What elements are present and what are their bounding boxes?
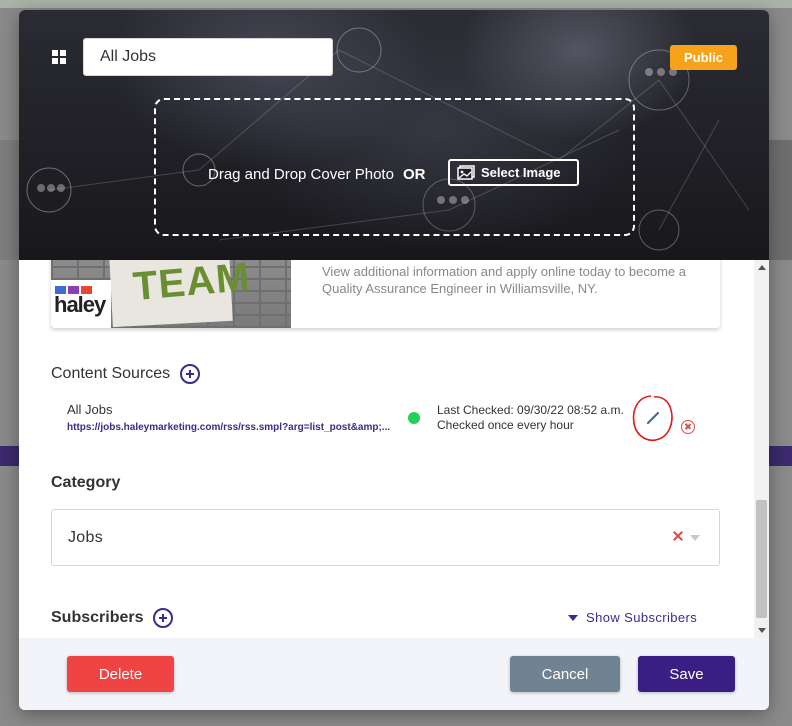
edit-source-button[interactable] (643, 408, 663, 428)
modal-scrollbar[interactable] (754, 260, 769, 638)
image-icon (457, 165, 475, 180)
last-checked-text: Last Checked: 09/30/22 08:52 a.m. (437, 403, 624, 417)
pencil-icon (646, 411, 660, 425)
background-card-right (768, 140, 792, 260)
visibility-badge[interactable]: Public (670, 45, 737, 70)
caret-down-icon (568, 614, 578, 621)
save-button[interactable]: Save (638, 656, 735, 692)
source-name: All Jobs (67, 402, 113, 417)
scroll-up-arrow[interactable] (758, 265, 766, 270)
source-url[interactable]: https://jobs.haleymarketing.com/rss/rss.… (67, 422, 391, 433)
haley-logo: haley (51, 280, 111, 328)
logo-word: haley (54, 292, 106, 317)
modal-footer: Delete Cancel Save (19, 638, 769, 710)
post-description: View additional information and apply on… (322, 264, 686, 296)
remove-source-button[interactable] (681, 420, 695, 434)
select-image-button[interactable]: Select Image (448, 159, 579, 186)
post-preview-card: TEAM haley View additional information a… (51, 260, 720, 328)
feed-title-input[interactable] (83, 38, 333, 76)
content-sources-heading: Content Sources (51, 364, 201, 384)
source-status-dot (408, 412, 420, 424)
show-subscribers-toggle[interactable]: Show Subscribers (568, 610, 697, 625)
category-title: Category (51, 474, 121, 491)
check-frequency-text: Checked once every hour (437, 418, 574, 432)
content-sources-title: Content Sources (51, 365, 171, 382)
category-heading: Category (51, 474, 120, 492)
edit-feed-modal: Public Drag and Drop Cover Photo OR Sele… (19, 10, 769, 710)
source-check-info: Last Checked: 09/30/22 08:52 a.m. Checke… (437, 403, 624, 433)
cancel-button[interactable]: Cancel (510, 656, 620, 692)
grid-icon[interactable] (52, 50, 66, 64)
add-content-source-icon[interactable] (180, 364, 201, 384)
delete-button[interactable]: Delete (67, 656, 174, 692)
cover-photo-dropzone[interactable]: Drag and Drop Cover Photo OR Select Imag… (154, 98, 635, 236)
post-thumbnail: TEAM haley (51, 260, 291, 328)
caret-down-icon[interactable] (690, 535, 700, 541)
background-card-left (0, 140, 20, 260)
scroll-thumb[interactable] (756, 500, 767, 618)
dropzone-text: Drag and Drop Cover Photo (208, 166, 394, 183)
clear-icon[interactable] (672, 530, 684, 542)
select-image-label: Select Image (481, 165, 561, 180)
scroll-down-arrow[interactable] (758, 628, 766, 633)
subscribers-heading: Subscribers (51, 608, 174, 628)
modal-body[interactable]: TEAM haley View additional information a… (19, 260, 769, 638)
add-subscriber-icon[interactable] (153, 608, 174, 628)
thumbnail-team-text: TEAM (131, 260, 252, 310)
category-selected-value: Jobs (68, 529, 103, 546)
background-strip-right (768, 446, 792, 466)
subscribers-title: Subscribers (51, 609, 144, 626)
dropzone-instructions: Drag and Drop Cover Photo OR (208, 166, 425, 183)
dropzone-or: OR (402, 166, 426, 183)
cover-photo-area: Public Drag and Drop Cover Photo OR Sele… (19, 10, 769, 260)
show-subscribers-label: Show Subscribers (586, 610, 698, 625)
category-select[interactable]: Jobs (51, 509, 720, 566)
background-strip-left (0, 446, 20, 466)
